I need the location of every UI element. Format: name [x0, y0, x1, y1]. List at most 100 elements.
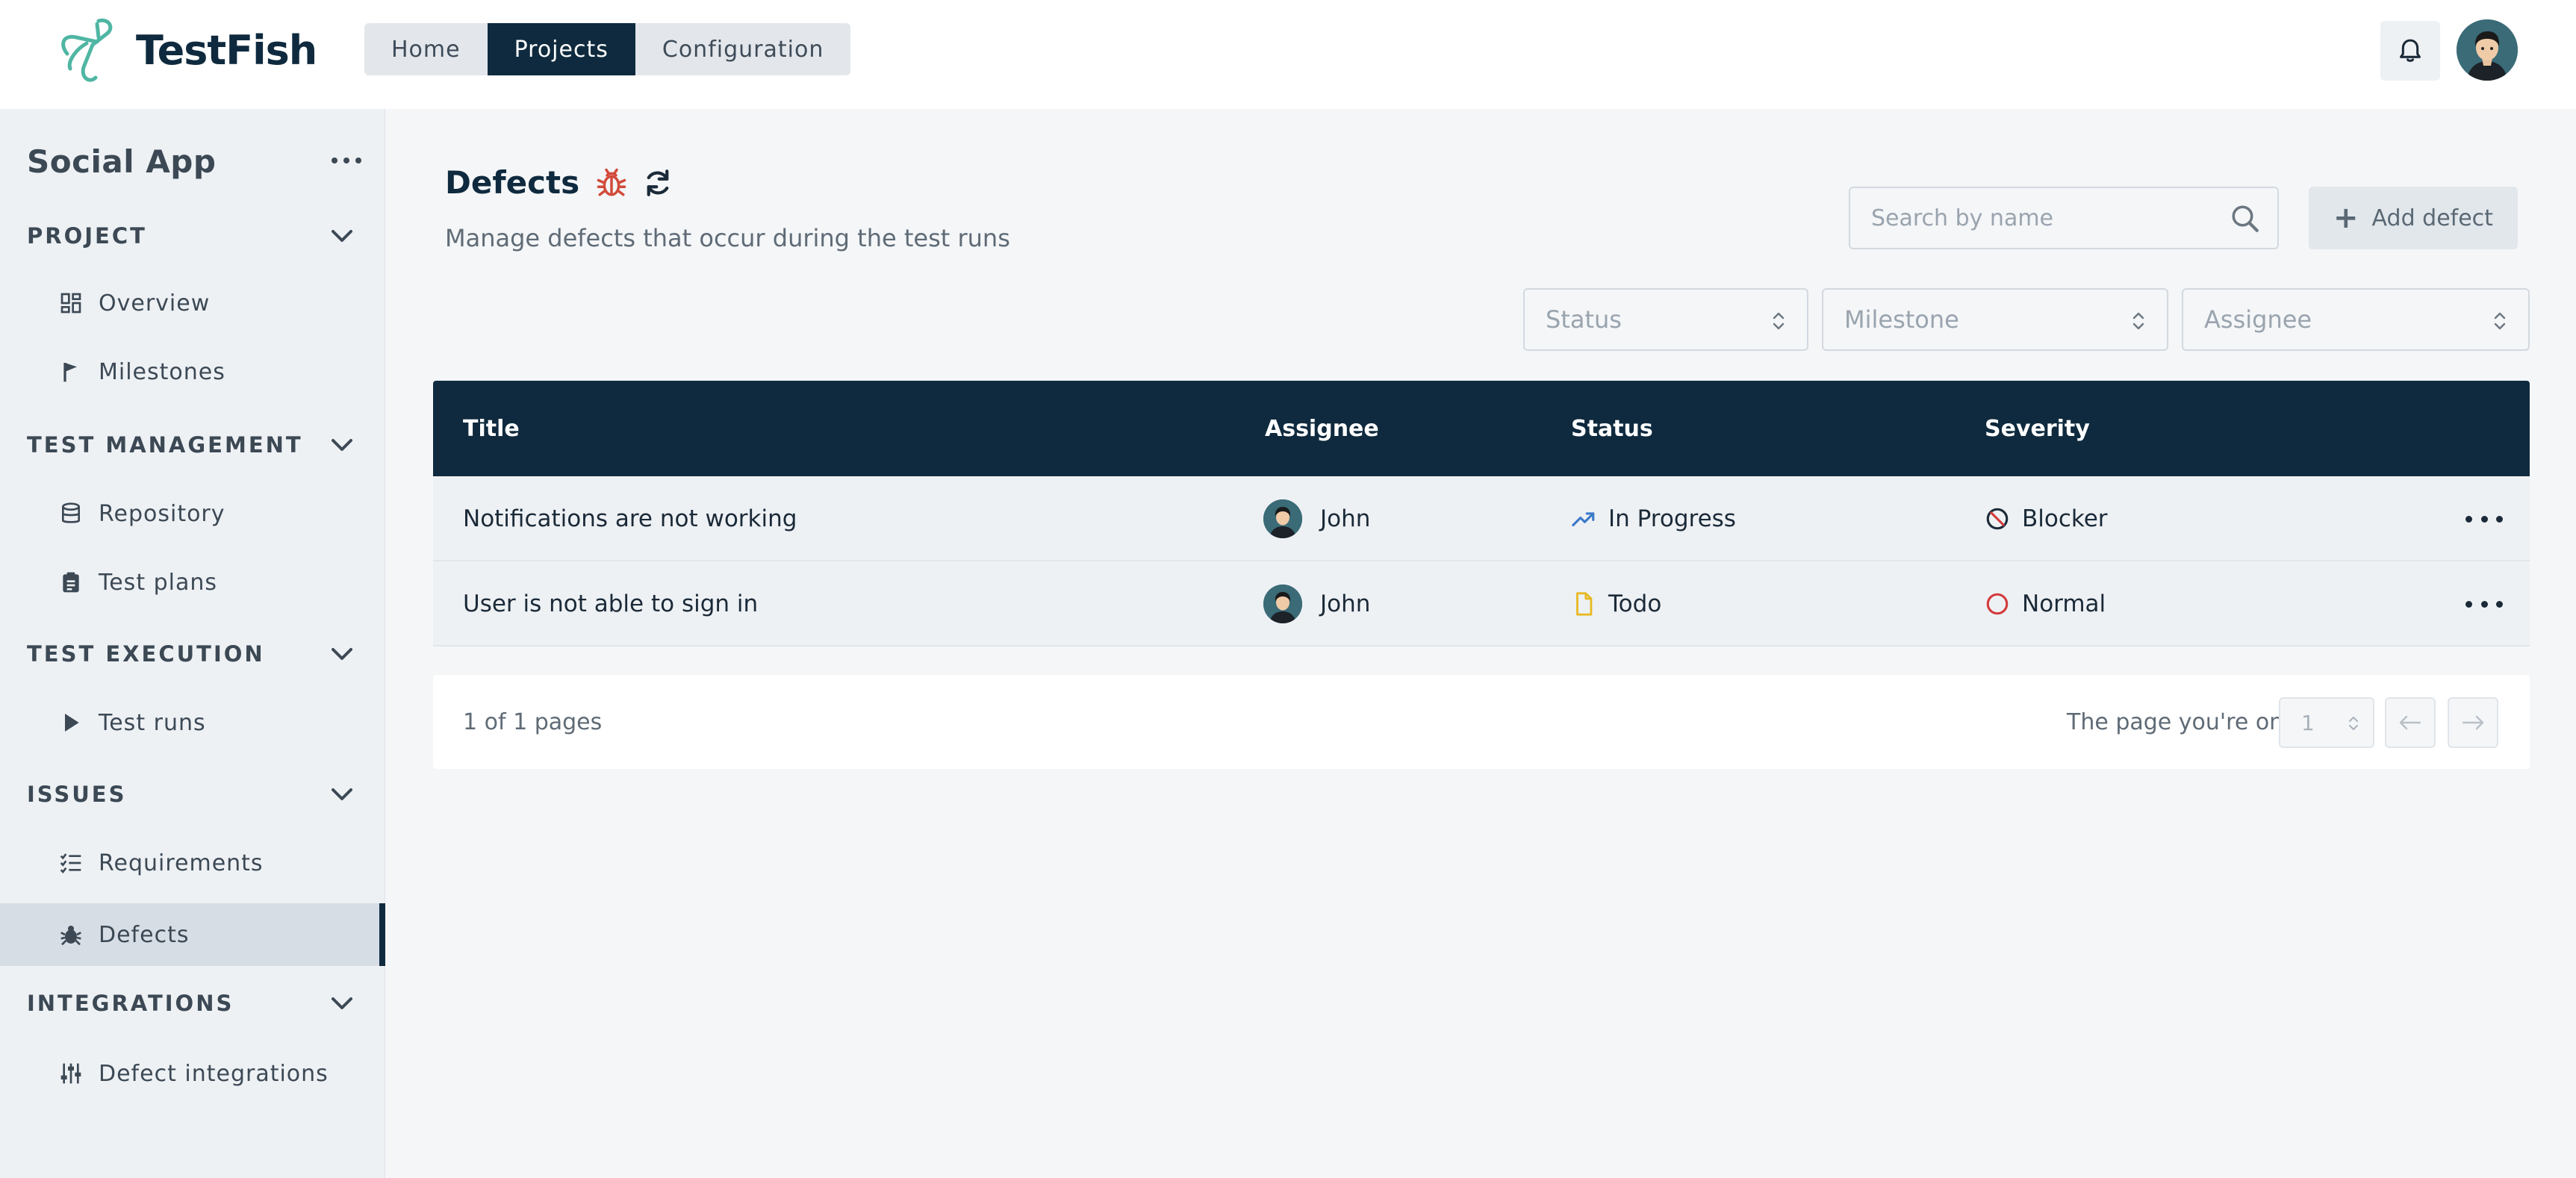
milestone-filter-placeholder: Milestone [1844, 305, 1959, 334]
refresh-icon[interactable] [642, 167, 673, 199]
project-title: Social App [27, 143, 217, 180]
sidebar-item-label: Requirements [99, 850, 264, 876]
sidebar-item-test-plans[interactable]: Test plans [0, 551, 385, 614]
section-test-management-toggle[interactable]: TEST MANAGEMENT [27, 430, 355, 460]
chevron-down-icon [329, 645, 355, 663]
page-select[interactable]: 1 [2279, 697, 2374, 748]
sidebar-item-defect-integrations[interactable]: Defect integrations [0, 1042, 385, 1105]
sidebar-item-defects[interactable]: Defects [0, 903, 385, 966]
ban-icon [1985, 506, 2010, 532]
section-project-toggle[interactable]: PROJECT [27, 221, 355, 251]
defect-severity: Blocker [1985, 476, 2108, 561]
avatar-icon [1263, 585, 1302, 623]
sidebar-item-test-runs[interactable]: Test runs [0, 691, 385, 754]
assignee-avatar [1263, 499, 1302, 538]
sidebar-item-label: Defects [99, 921, 190, 948]
tab-configuration[interactable]: Configuration [635, 23, 850, 75]
assignee-filter-placeholder: Assignee [2204, 305, 2312, 334]
next-page-button[interactable] [2448, 697, 2498, 748]
checklist-icon [58, 850, 84, 876]
select-arrows-icon [2494, 312, 2506, 330]
select-arrows-icon [2132, 312, 2144, 330]
pagination-label: The page you're on [2067, 708, 2284, 735]
add-defect-label: Add defect [2371, 205, 2493, 231]
defects-table: Title Assignee Status Severity Notificat… [433, 381, 2530, 646]
previous-page-button[interactable] [2385, 697, 2436, 748]
chevron-down-icon [329, 785, 355, 803]
pagination: 1 of 1 pages The page you're on 1 [433, 675, 2530, 769]
pagination-info: 1 of 1 pages [463, 708, 603, 735]
sidebar: Social App PROJECT Overview Milestones T… [0, 109, 385, 1178]
section-issues-toggle[interactable]: ISSUES [27, 779, 355, 809]
arrow-right-icon [2462, 715, 2484, 730]
defect-severity: Normal [1985, 561, 2106, 646]
chevron-down-icon [329, 436, 355, 454]
page-title: Defects [445, 164, 580, 201]
search-icon[interactable] [2230, 203, 2261, 234]
defect-title[interactable]: Notifications are not working [463, 476, 797, 561]
add-defect-button[interactable]: + Add defect [2309, 187, 2518, 249]
severity-label: Normal [2022, 590, 2106, 617]
section-test-execution-toggle[interactable]: TEST EXECUTION [27, 639, 355, 669]
defect-title[interactable]: User is not able to sign in [463, 561, 758, 646]
assignee-name: John [1320, 590, 1371, 617]
user-avatar[interactable] [2457, 19, 2518, 81]
flag-icon [58, 359, 84, 384]
row-more-button[interactable] [2465, 476, 2503, 561]
milestone-filter[interactable]: Milestone [1822, 288, 2168, 351]
column-header-status[interactable]: Status [1571, 381, 1653, 476]
testfish-logo-icon [61, 18, 113, 82]
column-header-title[interactable]: Title [463, 381, 520, 476]
status-filter-placeholder: Status [1546, 305, 1622, 334]
section-label: ISSUES [27, 782, 127, 807]
assignee-name: John [1320, 505, 1371, 532]
app-logo[interactable]: TestFish [54, 15, 317, 85]
row-more-button[interactable] [2465, 561, 2503, 646]
plus-icon: + [2333, 201, 2359, 235]
bell-icon [2400, 39, 2421, 62]
status-label: Todo [1608, 590, 1662, 617]
page-subtitle: Manage defects that occur during the tes… [445, 224, 1010, 252]
file-icon [1571, 591, 1596, 617]
notifications-button[interactable] [2380, 21, 2440, 81]
section-integrations-toggle[interactable]: INTEGRATIONS [27, 988, 355, 1018]
status-label: In Progress [1608, 505, 1736, 532]
chevron-down-icon [329, 227, 355, 245]
sidebar-item-milestones[interactable]: Milestones [0, 340, 385, 403]
sidebar-item-repository[interactable]: Repository [0, 482, 385, 545]
defect-status: Todo [1571, 561, 1661, 646]
app-name: TestFish [136, 26, 317, 74]
table-row[interactable]: User is not able to sign in John Todo No… [433, 561, 2530, 646]
section-label: PROJECT [27, 223, 147, 249]
arrow-left-icon [2399, 715, 2421, 730]
tab-projects[interactable]: Projects [487, 23, 635, 75]
chevron-down-icon [329, 994, 355, 1012]
select-arrows-icon [2349, 717, 2358, 730]
project-more-button[interactable] [332, 149, 361, 172]
tab-home[interactable]: Home [364, 23, 488, 75]
sidebar-item-label: Test plans [99, 569, 218, 596]
severity-label: Blocker [2022, 505, 2108, 532]
grid-icon [58, 290, 84, 316]
search-box [1849, 187, 2279, 249]
sidebar-item-overview[interactable]: Overview [0, 272, 385, 334]
column-header-severity[interactable]: Severity [1985, 381, 2090, 476]
assignee-filter[interactable]: Assignee [2182, 288, 2530, 351]
circle-icon [1985, 591, 2010, 617]
search-input[interactable] [1871, 205, 2215, 231]
status-filter[interactable]: Status [1523, 288, 1808, 351]
table-row[interactable]: Notifications are not working John In Pr… [433, 476, 2530, 561]
sidebar-item-requirements[interactable]: Requirements [0, 832, 385, 894]
play-icon [58, 710, 84, 735]
clipboard-icon [58, 570, 84, 595]
select-arrows-icon [1773, 312, 1785, 330]
column-header-assignee[interactable]: Assignee [1265, 381, 1379, 476]
sliders-icon [58, 1061, 84, 1086]
bug-icon [58, 922, 84, 947]
sidebar-item-label: Milestones [99, 358, 225, 385]
database-icon [58, 501, 84, 526]
section-label: TEST MANAGEMENT [27, 432, 303, 458]
assignee-avatar [1263, 585, 1302, 623]
section-label: TEST EXECUTION [27, 641, 265, 667]
table-header: Title Assignee Status Severity [433, 381, 2530, 476]
